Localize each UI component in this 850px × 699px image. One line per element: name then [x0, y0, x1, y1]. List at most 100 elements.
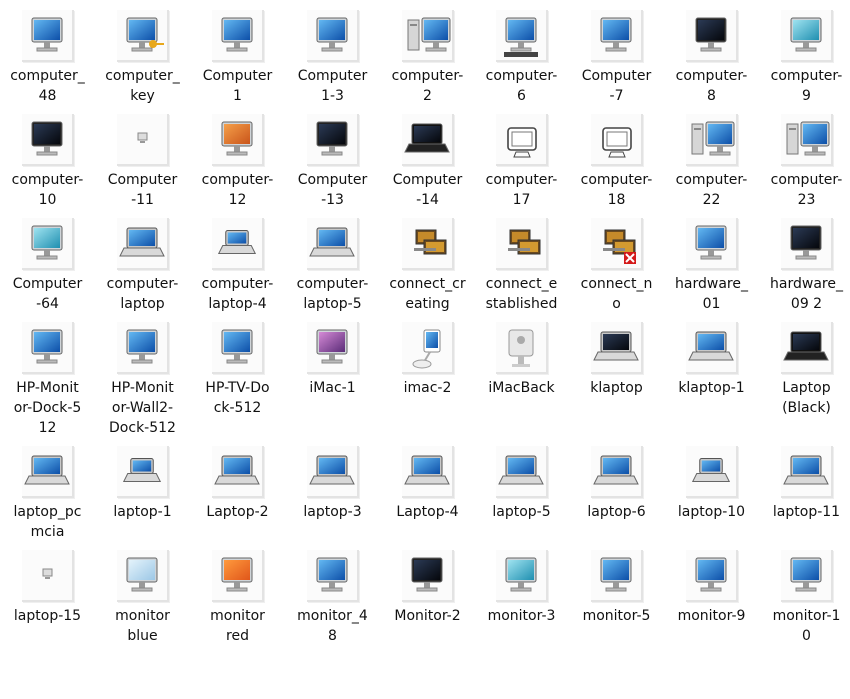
- laptop-black-icon: [783, 331, 829, 361]
- imac-black-icon: [31, 121, 63, 156]
- file-icon-label: Computer -14: [392, 172, 463, 208]
- file-icon-label: computer- 8: [675, 68, 748, 104]
- monitor-keyboard-icon: [504, 17, 538, 57]
- monitor-teal-icon: [790, 17, 822, 52]
- laptop-blue-icon: [117, 218, 169, 270]
- monitor-blue-glossy-icon: [686, 218, 738, 270]
- desktop-blue-icon: [221, 17, 253, 52]
- file-icon-label: Computer -11: [107, 172, 178, 208]
- laptop-black-outline-icon: [402, 114, 454, 166]
- tower-large-monitor-icon: [786, 121, 830, 156]
- laptop-small-icon: [217, 230, 257, 254]
- laptop-silver-icon: [307, 446, 359, 498]
- file-icon-label: computer- laptop: [106, 276, 179, 312]
- desktop-blue-small-icon: [316, 17, 348, 52]
- monitor-red-icon: [212, 550, 264, 602]
- file-icon-label: computer- 9: [770, 68, 843, 104]
- file-icon-label: Computer -64: [12, 276, 83, 312]
- laptop-mini-icon: [691, 458, 731, 482]
- monitor-blue-glossy-icon: [695, 225, 727, 260]
- monitor-silver-icon: [316, 557, 348, 592]
- file-icon-label: computer- 22: [675, 172, 748, 208]
- laptop-flat-icon: [212, 446, 264, 498]
- file-icon-label: HP-Monit or-Wall2- Dock-512: [109, 380, 176, 436]
- network-error-icon: [603, 229, 636, 264]
- file-icon-label: Laptop (Black): [782, 380, 831, 416]
- file-icon-label: computer- 10: [11, 172, 84, 208]
- file-icon-label: laptop-5: [492, 504, 551, 520]
- file-icon-label: klaptop-1: [678, 380, 745, 396]
- laptop-glossy-icon: [498, 455, 544, 485]
- monitor-orange-icon: [212, 114, 264, 166]
- laptop-tiny-icon: [42, 568, 53, 579]
- laptop-desktop-icon: [783, 455, 829, 485]
- computer-key-icon: [126, 17, 164, 52]
- laptop-silver-icon: [309, 455, 355, 485]
- laptop-large-icon: [309, 227, 355, 257]
- file-icon-label: computer- laptop-5: [296, 276, 369, 312]
- imac-back-icon: [496, 322, 548, 374]
- sketch-computer-icon: [507, 127, 537, 158]
- hp-monitor-icon: [22, 322, 74, 374]
- laptop-open-icon: [404, 455, 450, 485]
- monitor-orange-icon: [221, 121, 253, 156]
- imac-back-icon: [508, 329, 534, 367]
- file-icon-label: laptop-15: [13, 608, 82, 624]
- sketch-monitor-icon: [602, 127, 632, 158]
- monitor-keyboard-icon: [496, 10, 548, 62]
- file-icon-label: hardware_ 01: [675, 276, 748, 312]
- computer-key-icon: [117, 10, 169, 62]
- sketch-computer-icon: [496, 114, 548, 166]
- laptop-small-icon: [212, 218, 264, 270]
- network-established-icon: [508, 229, 541, 255]
- file-icon-label: laptop_pc mcia: [13, 504, 82, 540]
- file-icon-label: monitor_4 8: [297, 608, 368, 644]
- laptop-open-icon: [402, 446, 454, 498]
- sketch-monitor-icon: [591, 114, 643, 166]
- crt-monitor-icon: [31, 17, 63, 52]
- hp-monitor-wall-icon: [126, 329, 158, 364]
- file-icon-label: imac-2: [403, 380, 452, 396]
- file-icon-label: computer- 18: [580, 172, 653, 208]
- laptop-tiny-icon: [22, 550, 74, 602]
- laptop-tilted-icon: [22, 446, 74, 498]
- file-icon-label: connect_n o: [580, 276, 653, 312]
- file-icon-label: HP-Monit or-Dock-5 12: [13, 380, 82, 436]
- file-icon-label: laptop-3: [303, 504, 362, 520]
- file-icon-label: computer- 17: [485, 172, 558, 208]
- hp-monitor-wall-icon: [117, 322, 169, 374]
- monitor-black-glossy-icon: [781, 218, 833, 270]
- laptop-grey-icon: [591, 446, 643, 498]
- monitor-small-icon: [695, 557, 727, 592]
- monitor-aqua-icon: [496, 550, 548, 602]
- laptop-blue-icon: [119, 227, 165, 257]
- file-icon-label: Computer 1-3: [297, 68, 368, 104]
- file-icon-label: Computer -7: [581, 68, 652, 104]
- tower-small-monitor-icon: [691, 121, 735, 156]
- laptop-grey-icon: [593, 455, 639, 485]
- laptop-white-icon: [686, 322, 738, 374]
- network-connect-icon: [414, 229, 447, 255]
- crt-aqua-icon: [22, 218, 74, 270]
- laptop-black-outline-icon: [404, 123, 450, 153]
- file-icon-label: monitor blue: [115, 608, 170, 644]
- file-icon-label: Computer 1: [202, 68, 273, 104]
- tower-monitor-icon: [407, 17, 451, 52]
- file-icon-label: laptop-1: [113, 504, 172, 520]
- laptop-large-icon: [307, 218, 359, 270]
- file-icon-label: connect_cr eating: [389, 276, 466, 312]
- desktop-blue-icon: [212, 10, 264, 62]
- monitor-small-icon: [686, 550, 738, 602]
- monitor-striped-icon: [591, 550, 643, 602]
- file-icon-label: laptop-10: [677, 504, 746, 520]
- laptop-flat-icon: [214, 455, 260, 485]
- monitor-light-blue-icon: [117, 550, 169, 602]
- file-icon-label: monitor-9: [677, 608, 746, 624]
- imac-black-icon: [22, 114, 74, 166]
- file-icon-label: monitor-5: [582, 608, 651, 624]
- monitor-wide-icon: [790, 557, 822, 592]
- file-icon-label: computer- 23: [770, 172, 843, 208]
- laptop-mini-icon: [686, 446, 738, 498]
- laptop-glossy-icon: [496, 446, 548, 498]
- tiny-computer-icon: [117, 114, 169, 166]
